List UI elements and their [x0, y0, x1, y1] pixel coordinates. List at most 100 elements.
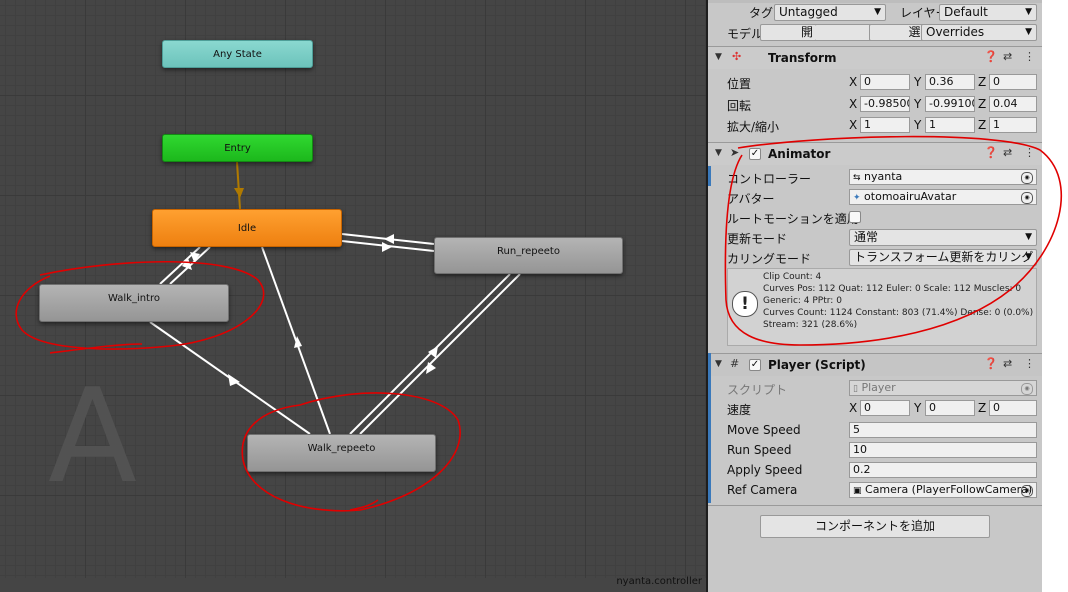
rotation-label: 回転: [727, 99, 752, 113]
object-picker-icon[interactable]: ◉: [1021, 172, 1033, 184]
state-entry[interactable]: Entry: [162, 134, 313, 162]
scale-x-field[interactable]: 1: [860, 117, 910, 133]
help-icon[interactable]: ❓: [984, 146, 998, 159]
transition-run-walkrep[interactable]: [359, 273, 521, 435]
state-walk-intro[interactable]: Walk_intro: [39, 284, 229, 322]
add-component-button[interactable]: コンポーネントを追加: [760, 515, 990, 538]
transform-header[interactable]: ▼ ✣ Transform ❓ ⇄ ⋮: [708, 46, 1042, 69]
avatar-label: アバター: [727, 192, 775, 206]
position-z-field[interactable]: 0: [989, 74, 1037, 90]
position-label: 位置: [727, 77, 752, 91]
position-y-field[interactable]: 0.36: [925, 74, 975, 90]
transition-idle-run-arrow: [382, 242, 392, 252]
script-row: スクリプト ▯ Player ◉: [708, 378, 1042, 398]
avatar-asset-icon: ✦: [853, 193, 861, 203]
state-run-repeeto[interactable]: Run_repeeto: [434, 237, 623, 274]
kebab-menu-icon[interactable]: ⋮: [1024, 50, 1035, 63]
controller-label: コントローラー: [727, 172, 812, 186]
graph-status-bar: nyanta.controller: [0, 576, 706, 592]
chevron-down-icon: ▼: [1025, 232, 1032, 242]
rotation-x-field[interactable]: -0.98500: [860, 96, 910, 112]
culling-mode-row: カリングモード トランスフォーム更新をカリング ▼: [708, 247, 1042, 267]
root-motion-checkbox[interactable]: [849, 211, 861, 223]
controller-field[interactable]: ⇆ nyanta ◉: [849, 169, 1037, 185]
apply-speed-field[interactable]: 0.2: [849, 462, 1037, 478]
state-any-state[interactable]: Any State: [162, 40, 313, 68]
foldout-arrow-icon[interactable]: ▼: [715, 359, 722, 369]
layer-dropdown[interactable]: Default ▼: [939, 4, 1037, 21]
avatar-field[interactable]: ✦ otomoairuAvatar ◉: [849, 189, 1037, 205]
axis-x-label: X: [849, 97, 858, 111]
animator-title: Animator: [768, 147, 831, 161]
update-mode-label: 更新モード: [727, 232, 788, 246]
animator-icon: ➤: [730, 146, 740, 159]
overrides-label: Overrides: [926, 25, 985, 39]
player-header[interactable]: ▼ # ✓ Player (Script) ❓ ⇄ ⋮: [708, 353, 1042, 376]
velocity-z-field[interactable]: 0: [989, 400, 1037, 416]
root-motion-label: ルートモーションを適用: [727, 212, 859, 226]
scale-y-field[interactable]: 1: [925, 117, 975, 133]
presets-icon[interactable]: ⇄: [1003, 50, 1012, 63]
run-speed-row: Run Speed 10: [708, 440, 1042, 460]
state-idle[interactable]: Idle: [152, 209, 342, 247]
warning-icon: !: [732, 291, 758, 317]
script-icon: #: [730, 357, 740, 370]
foldout-arrow-icon[interactable]: ▼: [715, 52, 722, 62]
model-row: モデル 開く 選択 Overrides▼: [708, 23, 1042, 43]
chevron-down-icon: ▼: [1025, 252, 1032, 262]
position-row: 位置 X 0 Y 0.36 Z 0: [708, 72, 1042, 92]
move-speed-row: Move Speed 5: [708, 420, 1042, 440]
culling-mode-label: カリングモード: [727, 252, 812, 266]
script-field: ▯ Player ◉: [849, 380, 1037, 396]
axis-x-label: X: [849, 401, 858, 415]
scale-z-field[interactable]: 1: [989, 117, 1037, 133]
overrides-dropdown[interactable]: Overrides ▼: [921, 24, 1037, 41]
animator-info-box: ! Clip Count: 4 Curves Pos: 112 Quat: 11…: [727, 268, 1037, 346]
tag-label: タグ: [749, 6, 774, 20]
velocity-x-field[interactable]: 0: [860, 400, 910, 416]
object-picker-icon[interactable]: ◉: [1021, 192, 1033, 204]
camera-asset-icon: ▣: [853, 486, 862, 496]
info-line: Curves Pos: 112 Quat: 112 Euler: 0 Scale…: [763, 284, 1022, 294]
help-icon[interactable]: ❓: [984, 357, 998, 370]
animator-graph[interactable]: A Any State Entry Idle Run_repeeto Walk_…: [0, 0, 706, 592]
axis-z-label: Z: [978, 75, 987, 89]
rotation-y-field[interactable]: -0.99100: [925, 96, 975, 112]
transform-icon: ✣: [732, 50, 742, 63]
tag-dropdown[interactable]: Untagged ▼: [774, 4, 886, 21]
animator-enabled-checkbox[interactable]: ✓: [749, 148, 761, 160]
transform-title: Transform: [768, 51, 837, 65]
presets-icon[interactable]: ⇄: [1003, 146, 1012, 159]
rotation-z-field[interactable]: 0.04: [989, 96, 1037, 112]
apply-speed-label: Apply Speed: [727, 463, 803, 477]
update-mode-dropdown[interactable]: 通常 ▼: [849, 229, 1037, 246]
foldout-arrow-icon[interactable]: ▼: [715, 148, 722, 158]
state-walk-repeeto[interactable]: Walk_repeeto: [247, 434, 436, 472]
presets-icon[interactable]: ⇄: [1003, 357, 1012, 370]
object-picker-icon[interactable]: ◉: [1021, 485, 1033, 497]
tag-value: Untagged: [779, 5, 838, 19]
avatar-row: アバター ✦ otomoairuAvatar ◉: [708, 187, 1042, 207]
run-speed-field[interactable]: 10: [849, 442, 1037, 458]
transition-idle-walkintro[interactable]: [159, 246, 201, 285]
position-x-field[interactable]: 0: [860, 74, 910, 90]
culling-mode-dropdown[interactable]: トランスフォーム更新をカリング ▼: [849, 249, 1037, 266]
transition-entry-idle[interactable]: [236, 161, 241, 210]
ref-camera-field[interactable]: ▣ Camera (PlayerFollowCamera) ◉: [849, 482, 1037, 498]
help-icon[interactable]: ❓: [984, 50, 998, 63]
rotation-row: 回転 X -0.98500 Y -0.99100 Z 0.04: [708, 94, 1042, 114]
controller-row: コントローラー ⇆ nyanta ◉: [708, 167, 1042, 187]
player-title: Player (Script): [768, 358, 866, 372]
move-speed-field[interactable]: 5: [849, 422, 1037, 438]
player-enabled-checkbox[interactable]: ✓: [749, 359, 761, 371]
animator-header[interactable]: ▼ ➤ ✓ Animator ❓ ⇄ ⋮: [708, 142, 1042, 165]
move-speed-label: Move Speed: [727, 423, 801, 437]
chevron-down-icon: ▼: [874, 7, 881, 17]
tag-layer-row: タグ Untagged ▼ レイヤー Default ▼: [708, 3, 1042, 23]
transition-walkrep-run[interactable]: [349, 273, 511, 435]
axis-z-label: Z: [978, 401, 987, 415]
axis-z-label: Z: [978, 118, 987, 132]
velocity-y-field[interactable]: 0: [925, 400, 975, 416]
kebab-menu-icon[interactable]: ⋮: [1024, 146, 1035, 159]
kebab-menu-icon[interactable]: ⋮: [1024, 357, 1035, 370]
